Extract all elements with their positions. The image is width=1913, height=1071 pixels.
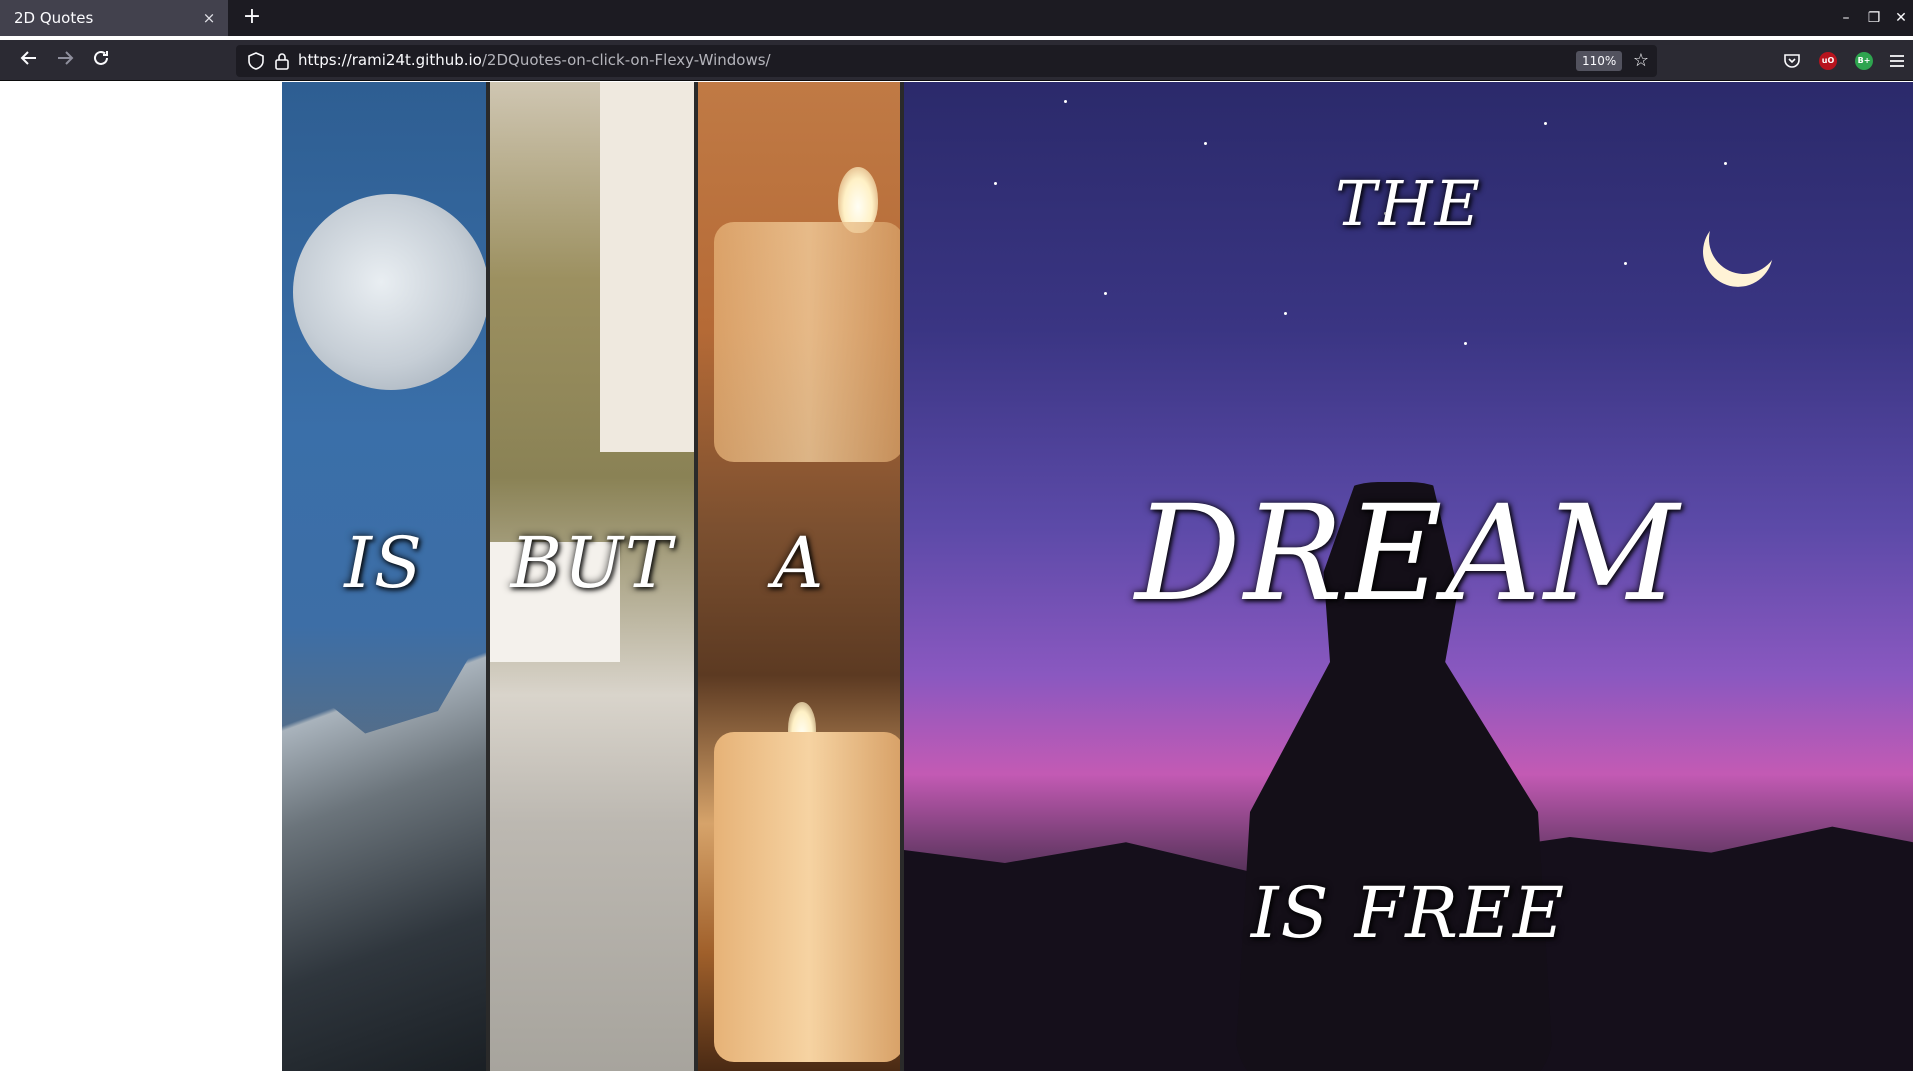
reload-button[interactable] bbox=[88, 48, 114, 74]
grammar-extension-icon[interactable]: B+ bbox=[1855, 52, 1873, 70]
sleeve-image bbox=[600, 82, 694, 452]
panel-the-dream-is-free[interactable]: THE DREAM IS FREE bbox=[904, 82, 1913, 1071]
pocket-icon[interactable] bbox=[1782, 51, 1802, 71]
back-arrow-icon bbox=[20, 51, 36, 65]
restore-button[interactable]: ❐ bbox=[1864, 8, 1884, 28]
ublock-badge-label: uO bbox=[1821, 56, 1835, 65]
url-bar[interactable]: https://rami24t.github.io/2DQuotes-on-cl… bbox=[236, 45, 1657, 77]
star-icon bbox=[1204, 142, 1207, 145]
zoom-level-button[interactable]: 110% bbox=[1576, 51, 1623, 71]
bookmark-star-icon[interactable]: ☆ bbox=[1630, 50, 1652, 72]
tracking-protection-shield-icon[interactable] bbox=[246, 51, 266, 71]
panel-a[interactable]: A bbox=[698, 82, 904, 1071]
tab-close-icon[interactable]: × bbox=[200, 9, 218, 27]
tab-title: 2D Quotes bbox=[14, 9, 94, 27]
browser-tab[interactable]: 2D Quotes × bbox=[0, 0, 228, 36]
mountain-image bbox=[282, 621, 486, 1071]
candle-image bbox=[714, 222, 900, 462]
url-path: /2DQuotes-on-click-on-Flexy-Windows/ bbox=[481, 51, 771, 69]
forward-arrow-icon bbox=[58, 51, 74, 65]
quote-main-word: DREAM bbox=[1134, 477, 1683, 631]
quote-gallery: IS BUT A THE DREAM IS FREE bbox=[282, 82, 1913, 1071]
new-tab-button[interactable]: + bbox=[240, 6, 264, 30]
star-icon bbox=[1724, 162, 1727, 165]
full-moon-image bbox=[293, 194, 486, 390]
tab-strip: 2D Quotes × + – ❐ ✕ bbox=[0, 0, 1913, 36]
back-button[interactable] bbox=[16, 48, 42, 74]
star-icon bbox=[1464, 342, 1467, 345]
panel-but[interactable]: BUT bbox=[490, 82, 698, 1071]
star-icon bbox=[1544, 122, 1547, 125]
url-text[interactable]: https://rami24t.github.io/2DQuotes-on-cl… bbox=[298, 51, 771, 69]
ublock-extension-icon[interactable]: uO bbox=[1819, 52, 1837, 70]
star-icon bbox=[1104, 292, 1107, 295]
star-icon bbox=[1064, 100, 1067, 103]
star-icon bbox=[1284, 312, 1287, 315]
lock-icon[interactable] bbox=[272, 51, 292, 71]
close-window-button[interactable]: ✕ bbox=[1891, 8, 1911, 28]
panel-is[interactable]: IS bbox=[282, 82, 490, 1071]
extension-badge-label: B+ bbox=[1857, 56, 1871, 65]
url-host: https://rami24t.github.io bbox=[298, 51, 482, 69]
panel-word: IS bbox=[344, 522, 424, 604]
panel-word: BUT bbox=[510, 522, 674, 604]
panel-word: A bbox=[772, 522, 826, 604]
candle-image bbox=[714, 732, 900, 1062]
forward-button[interactable] bbox=[52, 48, 78, 74]
star-icon bbox=[1624, 262, 1627, 265]
reload-icon bbox=[94, 50, 108, 65]
quote-bottom-words: IS FREE bbox=[1250, 872, 1567, 954]
page-content: IS BUT A THE DREAM IS FREE bbox=[0, 82, 1913, 1071]
hamburger-menu-icon[interactable] bbox=[1889, 53, 1905, 69]
quote-top-word: THE bbox=[1335, 167, 1482, 240]
minimize-button[interactable]: – bbox=[1836, 8, 1856, 28]
navigation-toolbar: https://rami24t.github.io/2DQuotes-on-cl… bbox=[0, 40, 1913, 81]
